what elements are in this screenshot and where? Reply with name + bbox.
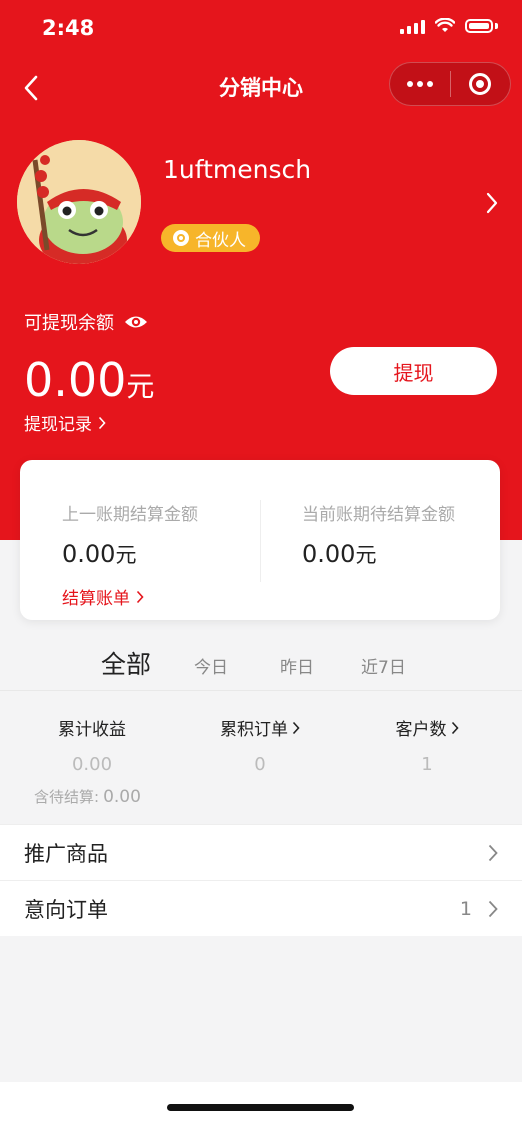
pending-value: 0.00 [103, 787, 141, 807]
more-button[interactable] [390, 63, 450, 105]
stat-total-earnings: 累计收益 0.00 [5, 715, 179, 775]
bottom-safe-area [0, 1082, 522, 1124]
status-time: 2:48 [42, 16, 95, 40]
balance-label-text: 可提现余额 [24, 313, 114, 334]
status-icons [400, 18, 498, 34]
tab-today[interactable]: 今日 [194, 653, 228, 678]
current-period-value: 0.00元 [302, 539, 455, 569]
settlement-divider [260, 500, 261, 582]
battery-icon [465, 19, 493, 33]
role-badge: 合伙人 [161, 224, 260, 252]
stat-customers[interactable]: 客户数 1 [340, 715, 514, 775]
eye-icon[interactable] [124, 314, 148, 330]
avatar[interactable] [17, 140, 141, 264]
chevron-right-icon [451, 721, 459, 734]
chevron-right-icon [136, 590, 144, 603]
settlement-bill-label: 结算账单 [62, 589, 130, 609]
wifi-icon [435, 18, 455, 32]
last-period-label: 上一账期结算金额 [62, 505, 198, 525]
more-icon [406, 81, 433, 87]
tab-yesterday[interactable]: 昨日 [280, 653, 314, 678]
chevron-right-icon [488, 844, 498, 861]
stat-value: 0.00 [71, 754, 113, 775]
stat-value: 0 [254, 754, 266, 775]
tabs-divider [0, 690, 522, 691]
chevron-right-icon [292, 721, 300, 734]
withdraw-records-label: 提现记录 [24, 415, 92, 435]
list-item-count: 1 [459, 897, 472, 920]
battery-tip [495, 23, 498, 29]
signal-icon [400, 18, 425, 34]
current-period-unit: 元 [355, 543, 377, 567]
mini-program-capsule [389, 62, 511, 106]
pending-label: 含待结算: [34, 788, 100, 806]
balance-amount-unit: 元 [126, 370, 155, 403]
profile-chevron-button[interactable] [486, 192, 506, 222]
last-period-value: 0.00元 [62, 539, 198, 569]
chevron-right-icon [98, 416, 106, 429]
list-item-label: 意向订单 [24, 897, 108, 922]
last-period-unit: 元 [115, 543, 137, 567]
partner-badge-icon [173, 230, 189, 246]
settlement-card: 上一账期结算金额 0.00元 当前账期待结算金额 0.00元 结算账单 [20, 460, 500, 620]
last-period-amount: 0.00 [62, 540, 116, 568]
stat-value: 1 [421, 754, 433, 775]
current-period-amount: 0.00 [302, 540, 356, 568]
menu-list: 推广商品 意向订单 1 [0, 824, 522, 936]
stat-label-wrap: 累积订单 [220, 715, 300, 740]
chevron-right-icon [488, 900, 498, 917]
close-button[interactable] [451, 63, 511, 105]
tab-last-7-days[interactable]: 近7日 [361, 653, 406, 678]
stat-total-orders[interactable]: 累积订单 0 [173, 715, 347, 775]
current-period-settlement: 当前账期待结算金额 0.00元 [302, 500, 455, 569]
pending-settlement: 含待结算: 0.00 [34, 786, 141, 807]
chevron-right-icon [486, 192, 498, 214]
period-tabs: 全部 今日 昨日 近7日 [0, 645, 522, 689]
tab-all[interactable]: 全部 [101, 645, 151, 681]
home-indicator[interactable] [167, 1104, 354, 1111]
withdraw-records-link[interactable]: 提现记录 [24, 410, 106, 435]
list-item-intent-orders[interactable]: 意向订单 1 [0, 880, 522, 936]
stat-label: 客户数 [395, 720, 447, 740]
stat-label: 累计收益 [58, 720, 126, 740]
last-period-settlement: 上一账期结算金额 0.00元 [62, 500, 198, 569]
username: 1uftmensch [163, 155, 312, 184]
list-item-label: 推广商品 [24, 841, 108, 866]
close-target-icon [469, 73, 492, 95]
stat-label: 累积订单 [220, 720, 288, 740]
stat-label-wrap: 客户数 [396, 715, 459, 740]
role-badge-label: 合伙人 [195, 230, 246, 251]
withdraw-button[interactable]: 提现 [330, 347, 497, 395]
balance-label: 可提现余额 [24, 309, 148, 335]
balance-amount: 0.00元 [24, 352, 154, 415]
current-period-label: 当前账期待结算金额 [302, 505, 455, 525]
frog-avatar-illustration [17, 140, 141, 264]
list-item-promoted-products[interactable]: 推广商品 [0, 824, 522, 880]
settlement-bill-link[interactable]: 结算账单 [62, 584, 144, 609]
balance-amount-value: 0.00 [24, 353, 127, 407]
